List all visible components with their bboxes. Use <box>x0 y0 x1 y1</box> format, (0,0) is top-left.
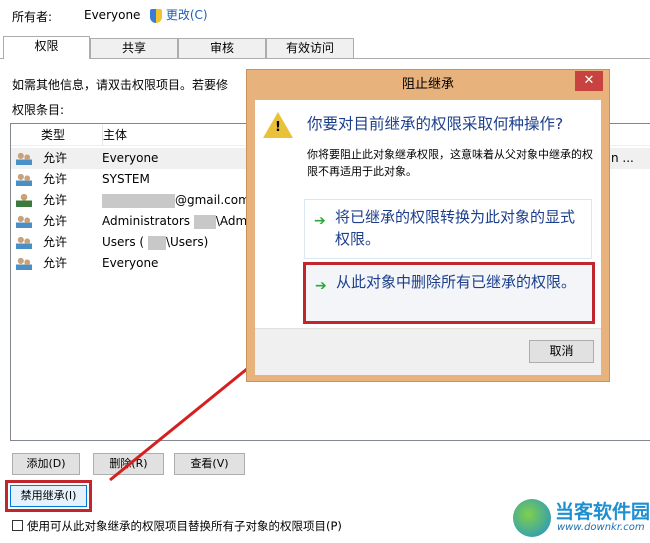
group-icon <box>16 151 32 165</box>
warning-icon-mark: ! <box>275 120 281 135</box>
cancel-button[interactable]: 取消 <box>529 340 594 363</box>
view-button[interactable]: 查看(V) <box>174 453 245 475</box>
group-icon <box>16 214 32 228</box>
row-type: 允许 <box>43 151 68 165</box>
arrow-right-icon: ➔ <box>315 278 327 294</box>
row-principal: @gmail.com <box>175 193 250 207</box>
tab-permissions[interactable]: 权限 <box>3 36 90 59</box>
dialog-title: 阻止继承 <box>401 77 454 92</box>
tab-audit[interactable]: 审核 <box>178 38 266 59</box>
shield-icon <box>150 8 162 23</box>
watermark-url: www.downkr.com <box>557 522 645 533</box>
watermark-name: 当客软件园 <box>555 501 650 523</box>
convert-inherited-option[interactable]: ➔ 将已继承的权限转换为此对象的显式权限。 <box>304 199 592 259</box>
group-icon <box>16 235 32 249</box>
row-type: 允许 <box>43 172 68 186</box>
tab-effective-access[interactable]: 有效访问 <box>266 38 354 59</box>
column-type[interactable]: 类型 <box>41 125 65 146</box>
info-text: 如需其他信息，请双击权限项目。若要修 <box>12 78 229 92</box>
remove-button[interactable]: 删除(R) <box>93 453 164 475</box>
row-type: 允许 <box>43 256 68 270</box>
replace-child-permissions-checkbox[interactable] <box>12 520 23 531</box>
row-principal: SYSTEM <box>102 172 150 186</box>
row-principal: Administrators <box>102 214 191 228</box>
row-principal-suffix: \Users) <box>165 235 209 249</box>
replace-child-permissions-label: 使用可从此对象继承的权限项目替换所有子对象的权限项目(P) <box>27 519 342 533</box>
row-overflow: n ... <box>611 151 634 165</box>
column-principal[interactable]: 主体 <box>102 125 127 146</box>
group-icon <box>16 172 32 186</box>
entries-label: 权限条目: <box>12 103 65 117</box>
user-icon <box>16 193 32 207</box>
disable-inheritance-button[interactable]: 禁用继承(I) <box>10 485 87 507</box>
row-principal: Users ( <box>102 235 145 249</box>
dialog-description: 你将要阻止此对象继承权限，这意味着从父对象中继承的权限不再适用于此对象。 <box>307 148 593 178</box>
owner-value: Everyone <box>84 8 141 22</box>
row-type: 允许 <box>43 235 68 249</box>
remove-inherited-option[interactable]: ➔ 从此对象中删除所有已继承的权限。 <box>306 265 592 321</box>
row-principal: Everyone <box>102 151 159 165</box>
block-inheritance-dialog: 阻止继承 ✕ ! 你要对目前继承的权限采取何种操作? 你将要阻止此对象继承权限，… <box>246 69 610 382</box>
add-button[interactable]: 添加(D) <box>12 453 80 475</box>
arrow-right-icon: ➔ <box>314 213 326 229</box>
tab-share[interactable]: 共享 <box>90 38 178 59</box>
change-owner-link[interactable]: 更改(C) <box>150 6 208 23</box>
row-type: 允许 <box>43 193 68 207</box>
close-button[interactable]: ✕ <box>575 71 603 91</box>
dialog-heading: 你要对目前继承的权限采取何种操作? <box>307 115 564 133</box>
group-icon <box>16 256 32 270</box>
close-icon: ✕ <box>583 73 595 88</box>
owner-label: 所有者: <box>12 10 53 24</box>
row-type: 允许 <box>43 214 68 228</box>
change-label: 更改(C) <box>165 8 208 22</box>
row-principal: Everyone <box>102 256 159 270</box>
option-label: 将已继承的权限转换为此对象的显式权限。 <box>335 208 576 248</box>
option-label: 从此对象中删除所有已继承的权限。 <box>336 273 577 291</box>
